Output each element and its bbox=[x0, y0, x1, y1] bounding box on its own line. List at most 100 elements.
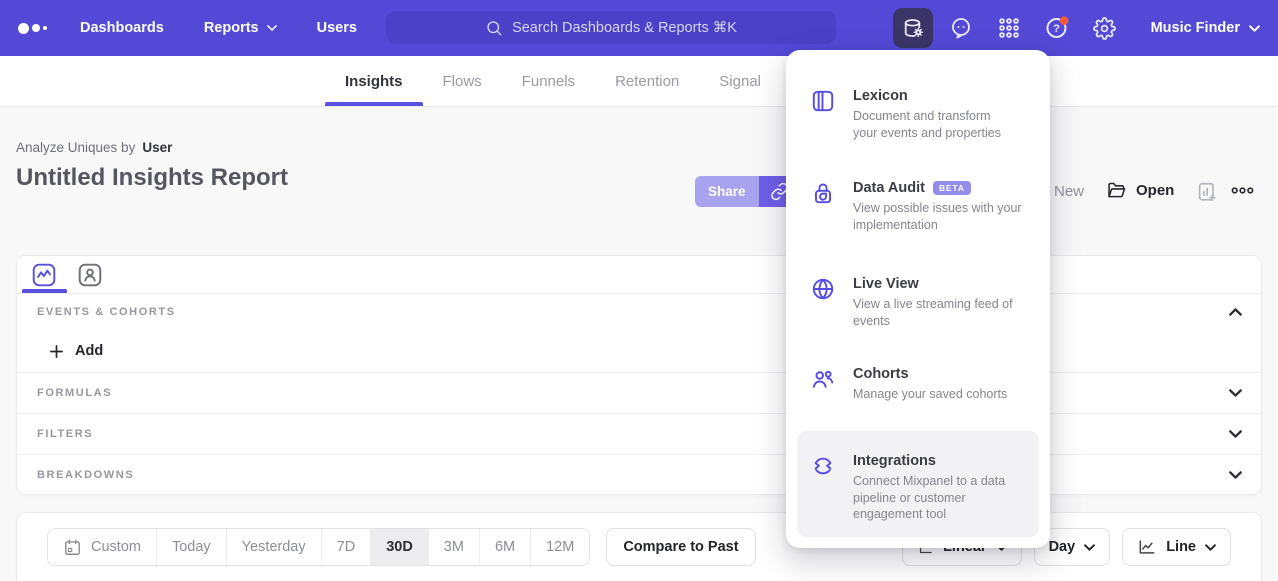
menu-item-lexicon[interactable]: Lexicon Document and transform your even… bbox=[797, 76, 1039, 153]
users-view-tab[interactable] bbox=[77, 262, 103, 288]
add-event-row: Add bbox=[17, 330, 1261, 372]
nav-item-reports[interactable]: Reports bbox=[204, 20, 277, 36]
chevron-up-icon[interactable] bbox=[1229, 308, 1242, 316]
menu-item-integrations[interactable]: Integrations Connect Mixpanel to a data … bbox=[797, 431, 1039, 537]
svg-text:?: ? bbox=[1053, 23, 1060, 35]
range-custom[interactable]: Custom bbox=[48, 529, 156, 565]
tab-insights[interactable]: Insights bbox=[345, 56, 403, 106]
query-view-tabs bbox=[17, 256, 1261, 294]
nav-item-reports-label: Reports bbox=[204, 20, 259, 36]
menu-item-text: Lexicon Document and transform your even… bbox=[853, 88, 1035, 141]
menu-item-cohorts[interactable]: Cohorts Manage your saved cohorts bbox=[797, 354, 1039, 415]
line-chart-tab-icon bbox=[31, 262, 57, 288]
new-report-button[interactable]: New bbox=[1054, 183, 1084, 200]
date-range-segmented-control: Custom Today Yesterday 7D 30D 3M 6M 12M bbox=[47, 528, 590, 566]
folder-open-icon bbox=[1106, 180, 1127, 201]
events-view-tab[interactable] bbox=[31, 262, 57, 288]
menu-item-description: Connect Mixpanel to a data pipeline or c… bbox=[853, 473, 1035, 523]
analyze-line: Analyze Uniques by User bbox=[16, 140, 288, 155]
chart-type-label: Line bbox=[1166, 539, 1196, 555]
chevron-down-icon bbox=[267, 25, 277, 31]
chevron-down-icon bbox=[1084, 544, 1095, 551]
range-today[interactable]: Today bbox=[156, 529, 226, 565]
logo-dot bbox=[18, 23, 29, 34]
data-audit-lock-icon bbox=[810, 180, 836, 206]
chat-bubble-icon bbox=[949, 16, 973, 40]
search-icon bbox=[485, 19, 503, 37]
nav-item-users[interactable]: Users bbox=[317, 20, 357, 36]
sync-arrows-icon bbox=[810, 453, 836, 479]
analyze-entity[interactable]: User bbox=[142, 140, 172, 155]
chevron-down-icon[interactable] bbox=[1229, 471, 1242, 479]
tab-retention[interactable]: Retention bbox=[615, 56, 679, 106]
range-12m[interactable]: 12M bbox=[530, 529, 589, 565]
menu-item-description: Manage your saved cohorts bbox=[853, 386, 1035, 403]
compare-to-past-button[interactable]: Compare to Past bbox=[606, 528, 755, 566]
chevron-down-icon[interactable] bbox=[1229, 430, 1242, 438]
menu-item-title: Data Audit bbox=[853, 180, 925, 196]
navbar-actions: ? Music Finder bbox=[893, 0, 1260, 56]
plus-icon bbox=[49, 344, 64, 359]
users-icon bbox=[810, 366, 836, 392]
top-navbar: Dashboards Reports Users Search Dashboar… bbox=[0, 0, 1278, 56]
analyze-label: Analyze Uniques by bbox=[16, 140, 135, 155]
share-button[interactable]: Share bbox=[695, 176, 759, 207]
menu-item-title: Cohorts bbox=[853, 366, 909, 382]
range-yesterday[interactable]: Yesterday bbox=[226, 529, 321, 565]
formulas-label: FORMULAS bbox=[37, 387, 112, 399]
add-event-button[interactable]: Add bbox=[49, 343, 103, 359]
notification-dot bbox=[1059, 16, 1068, 25]
range-7d[interactable]: 7D bbox=[321, 529, 371, 565]
events-cohorts-section[interactable]: EVENTS & COHORTS bbox=[17, 294, 1261, 330]
menu-item-title: Integrations bbox=[853, 453, 936, 469]
menu-item-text: Cohorts Manage your saved cohorts bbox=[853, 366, 1035, 403]
workspace-selector[interactable]: Music Finder bbox=[1151, 20, 1260, 36]
active-tab-underline bbox=[22, 289, 67, 293]
menu-item-data-audit[interactable]: Data Audit BETA View possible issues wit… bbox=[797, 168, 1039, 245]
report-title[interactable]: Untitled Insights Report bbox=[16, 164, 288, 192]
tab-signal[interactable]: Signal bbox=[719, 56, 761, 106]
settings-gear-button[interactable] bbox=[1085, 8, 1125, 48]
globe-icon bbox=[810, 276, 836, 302]
chart-type-dropdown[interactable]: Line bbox=[1122, 528, 1231, 566]
logo-dot bbox=[32, 24, 40, 32]
tab-funnels[interactable]: Funnels bbox=[522, 56, 575, 106]
menu-item-title: Lexicon bbox=[853, 88, 908, 104]
data-management-button[interactable] bbox=[893, 8, 933, 48]
help-question-icon: ? bbox=[1044, 15, 1070, 41]
range-custom-label: Custom bbox=[91, 539, 141, 555]
breakdowns-section[interactable]: BREAKDOWNS bbox=[17, 454, 1261, 495]
nav-item-dashboards[interactable]: Dashboards bbox=[80, 20, 164, 36]
report-header: Analyze Uniques by User Untitled Insight… bbox=[16, 140, 288, 192]
more-options-button[interactable] bbox=[1231, 186, 1254, 195]
breakdowns-label: BREAKDOWNS bbox=[37, 469, 134, 481]
range-3m[interactable]: 3M bbox=[428, 529, 479, 565]
menu-item-text: Integrations Connect Mixpanel to a data … bbox=[853, 453, 1035, 523]
filters-section[interactable]: FILTERS bbox=[17, 413, 1261, 454]
range-30d[interactable]: 30D bbox=[370, 529, 428, 565]
add-to-dashboard-button[interactable] bbox=[1196, 181, 1218, 203]
open-label: Open bbox=[1136, 182, 1174, 199]
mixpanel-logo[interactable] bbox=[18, 23, 58, 34]
formulas-section[interactable]: FORMULAS bbox=[17, 372, 1261, 413]
menu-item-text: Data Audit BETA View possible issues wit… bbox=[853, 180, 1035, 233]
apps-grid-button[interactable] bbox=[989, 8, 1029, 48]
open-report-button[interactable]: Open bbox=[1106, 180, 1174, 201]
menu-item-text: Live View View a live streaming feed of … bbox=[853, 276, 1035, 329]
tab-flows[interactable]: Flows bbox=[443, 56, 482, 106]
chevron-down-icon[interactable] bbox=[1229, 389, 1242, 397]
chevron-down-icon bbox=[1205, 544, 1216, 551]
help-button[interactable]: ? bbox=[1037, 8, 1077, 48]
range-6m[interactable]: 6M bbox=[479, 529, 530, 565]
search-input[interactable]: Search Dashboards & Reports ⌘K bbox=[386, 11, 836, 44]
feedback-chat-button[interactable] bbox=[941, 8, 981, 48]
chevron-down-icon bbox=[1249, 25, 1260, 32]
app-root: Dashboards Reports Users Search Dashboar… bbox=[0, 0, 1278, 581]
person-tab-icon bbox=[77, 262, 103, 288]
granularity-label: Day bbox=[1049, 539, 1076, 555]
grid-dots-icon bbox=[997, 16, 1021, 40]
menu-item-live-view[interactable]: Live View View a live streaming feed of … bbox=[797, 264, 1039, 341]
lexicon-book-icon bbox=[810, 88, 836, 114]
search-placeholder: Search Dashboards & Reports ⌘K bbox=[512, 20, 737, 36]
gear-icon bbox=[1093, 17, 1116, 40]
